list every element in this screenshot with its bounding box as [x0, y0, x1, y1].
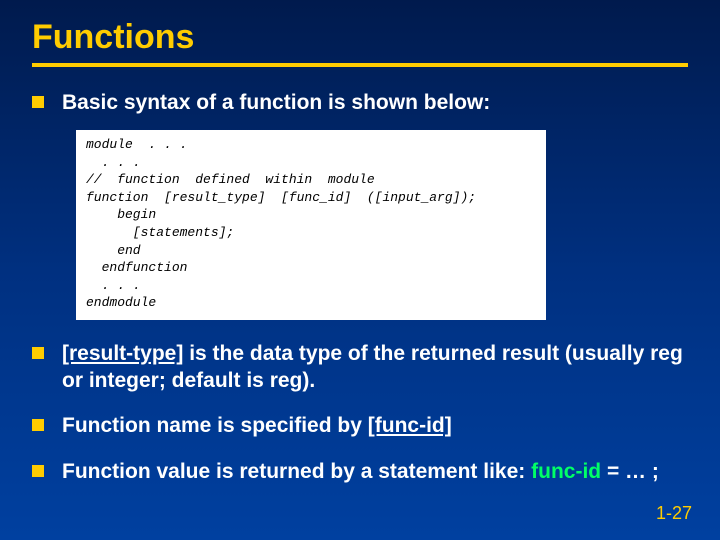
code-line: begin — [86, 207, 156, 222]
slide-number: 1-27 — [656, 503, 692, 524]
bullet-text-2: [result-type] is the data type of the re… — [62, 340, 688, 395]
bullet-list: Basic syntax of a function is shown belo… — [32, 89, 688, 116]
bullet-text-3: Function name is specified by [func-id] — [62, 412, 688, 439]
title-divider — [32, 63, 688, 67]
text-span: = … ; — [601, 460, 659, 483]
bullet-item-3: Function name is specified by [func-id] — [32, 412, 688, 439]
code-line: function [result_type] [func_id] ([input… — [86, 190, 476, 205]
underline-text: [func-id] — [368, 414, 452, 437]
bullet-list-2: [result-type] is the data type of the re… — [32, 340, 688, 485]
code-line: [statements]; — [86, 225, 234, 240]
text-span: Function name — [62, 414, 211, 437]
code-line: end — [86, 243, 141, 258]
bullet-item-2: [result-type] is the data type of the re… — [32, 340, 688, 395]
code-line: . . . — [86, 155, 141, 170]
bullet-marker-icon — [32, 465, 44, 477]
bullet-text-4: Function value is returned by a statemen… — [62, 458, 688, 485]
code-line: module . . . — [86, 137, 187, 152]
text-span: is specified by — [211, 414, 367, 437]
bullet-text-1: Basic syntax of a function is shown belo… — [62, 89, 688, 116]
code-line: // function defined within module — [86, 172, 375, 187]
code-line: endfunction — [86, 260, 187, 275]
code-block: module . . . . . . // function defined w… — [76, 130, 546, 319]
code-line: . . . — [86, 278, 141, 293]
highlight-text: func-id — [531, 460, 601, 483]
code-line: endmodule — [86, 295, 156, 310]
bullet-marker-icon — [32, 96, 44, 108]
bullet-marker-icon — [32, 347, 44, 359]
slide: Functions Basic syntax of a function is … — [0, 0, 720, 540]
bullet-marker-icon — [32, 419, 44, 431]
bullet-item-1: Basic syntax of a function is shown belo… — [32, 89, 688, 116]
slide-title: Functions — [32, 18, 688, 57]
text-span: Function value is returned by a statemen… — [62, 460, 531, 483]
underline-text: [result-type] — [62, 342, 183, 365]
bullet-item-4: Function value is returned by a statemen… — [32, 458, 688, 485]
